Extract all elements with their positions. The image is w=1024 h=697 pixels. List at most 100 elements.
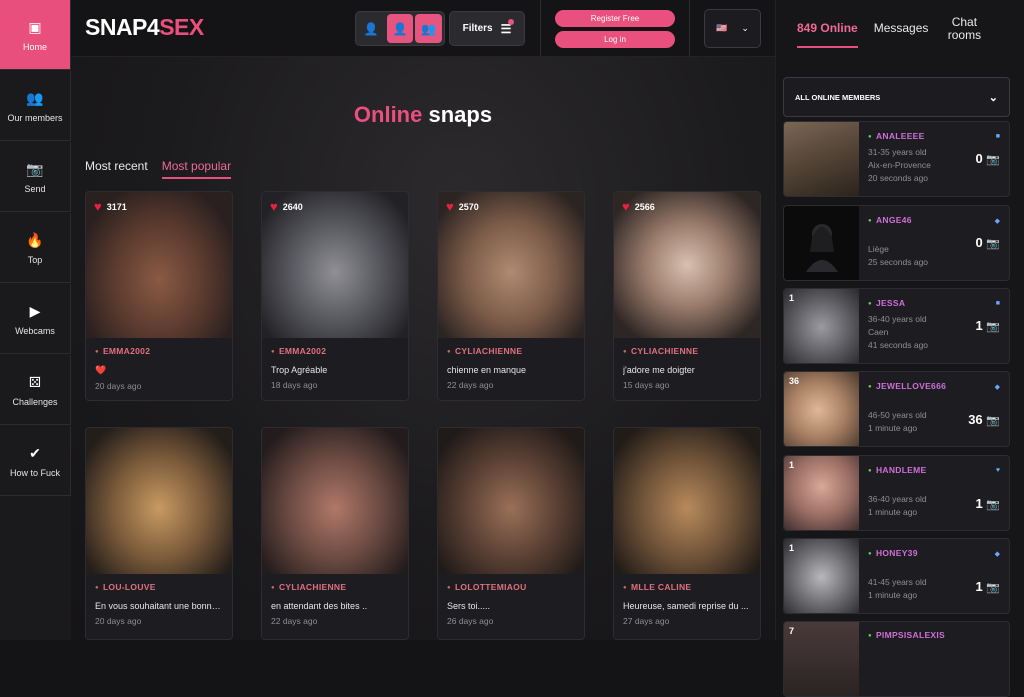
camera-icon: 📷 [986, 154, 1000, 166]
snap-image [438, 428, 584, 574]
gender-filter-toggle: 👤 👤 👥 [355, 11, 445, 46]
member-name: PIMPSISALEXIS [868, 630, 945, 640]
sidebar-item-send[interactable]: 📷 Send [0, 142, 71, 212]
flag-icon: ♥ [995, 467, 1000, 474]
sidebar-item-top[interactable]: 🔥 Top [0, 213, 71, 283]
sidebar-item-webcams[interactable]: ▶ Webcams [0, 284, 71, 354]
snap-username[interactable]: MLLE CALINE [623, 582, 751, 592]
sidebar-item-home[interactable]: ▣ Home [0, 0, 71, 70]
snap-username[interactable]: LOLOTTEMIAOU [447, 582, 575, 592]
member-age: 31-35 years old [868, 147, 927, 157]
snap-caption: Trop Agréable [271, 365, 328, 375]
member-name: ANGE46 [868, 215, 912, 225]
snap-username[interactable]: CYLIACHIENNE [271, 582, 399, 592]
register-button[interactable]: Register Free [555, 10, 675, 27]
dropdown-label: ALL ONLINE MEMBERS [795, 92, 881, 102]
likes-count: ♥ 2640 [270, 199, 303, 214]
member-avatar [784, 122, 859, 196]
snap-caption: En vous souhaitant une bonne... [95, 601, 223, 611]
silhouette-icon [805, 224, 838, 272]
member-card[interactable]: 36 JEWELLOVE666 ◆ 46-50 years old 1 minu… [783, 371, 1010, 447]
tab-most-popular[interactable]: Most popular [161, 159, 232, 179]
snap-image: ♥ 2566 [614, 192, 760, 338]
sidebar-item-label: Send [24, 183, 46, 194]
single-user-option[interactable]: 👤 [358, 14, 385, 43]
check-icon: ✔ [29, 444, 41, 461]
member-age: 36-40 years old [868, 314, 927, 324]
sidebar-item-how-to[interactable]: ✔ How to Fuck [0, 426, 71, 496]
page-title: Online snaps [71, 102, 775, 128]
member-card[interactable]: 1 JESSA ■ 36-40 years old Caen 41 second… [783, 288, 1010, 364]
snap-card[interactable]: CYLIACHIENNE en attendant des bites .. 2… [261, 427, 409, 640]
snap-time: 20 days ago [95, 616, 142, 626]
member-avatar: 1 [784, 456, 859, 530]
sidebar-item-label: Challenges [12, 396, 58, 407]
snap-time: 22 days ago [447, 380, 494, 390]
camera-icon: 📷 [986, 582, 1000, 594]
main-content: Online snaps Most recent Most popular ♥ 3… [71, 57, 775, 640]
flag-icon: 🇺🇸 [716, 23, 728, 33]
snap-card[interactable]: ♥2640 EMMA2002 Trop Agréable 18 days ago [261, 191, 409, 401]
member-card[interactable]: ANGE46 ◆ Liège 25 seconds ago 0 📷 [783, 205, 1010, 281]
snap-username[interactable]: EMMA2002 [95, 346, 223, 356]
member-name: ANALEEEE [868, 131, 925, 141]
couple-option[interactable]: 👥 [415, 14, 443, 43]
heart-icon: ♥ [446, 199, 454, 214]
snap-caption: j'adore me doigter [623, 365, 695, 375]
tab-online[interactable]: 849 Online [797, 22, 858, 48]
snap-card[interactable]: ♥2570 CYLIACHIENNE chienne en manque 22 … [437, 191, 585, 401]
snap-caption: en attendant des bites .. [271, 601, 368, 611]
filters-button[interactable]: Filters ☰ [449, 11, 525, 46]
member-city: Caen [868, 327, 889, 337]
camera-icon: 📷 [986, 499, 1000, 511]
snap-card[interactable]: MLLE CALINE Heureuse, samedi reprise du … [613, 427, 761, 640]
site-logo[interactable]: SNAP4SEX [85, 14, 204, 41]
chevron-down-icon: ⌄ [741, 23, 749, 33]
member-card[interactable]: ANALEEEE ■ 31-35 years old Aix-en-Proven… [783, 121, 1010, 197]
sidebar-item-label: Home [22, 41, 47, 52]
likes-count: ♥ 2570 [446, 199, 479, 214]
snap-card[interactable]: ♥3171 EMMA2002 ❤️ 20 days ago [85, 191, 233, 401]
member-last-seen: 20 seconds ago [868, 173, 929, 183]
picture-icon: ▣ [28, 18, 42, 35]
member-last-seen: 1 minute ago [868, 590, 918, 600]
snap-username[interactable]: CYLIACHIENNE [623, 346, 751, 356]
user-icon: 👤 [392, 21, 408, 36]
snap-username[interactable]: CYLIACHIENNE [447, 346, 575, 356]
member-age: 36-40 years old [868, 494, 927, 504]
snap-image: ♥ 3171 [86, 192, 232, 338]
members-filter-select[interactable]: ALL ONLINE MEMBERS ⌄ [783, 77, 1010, 117]
tab-chat-rooms[interactable]: Chat rooms [944, 16, 984, 48]
snap-image: ♥ 2570 [438, 192, 584, 338]
member-card[interactable]: 7 PIMPSISALEXIS [783, 621, 1010, 697]
snap-username[interactable]: EMMA2002 [271, 346, 399, 356]
member-last-seen: 1 minute ago [868, 423, 918, 433]
snap-username[interactable]: LOU-LOUVE [95, 582, 223, 592]
sidebar-item-challenges[interactable]: ⚄ Challenges [0, 355, 71, 425]
female-option[interactable]: 👤 [386, 14, 414, 43]
member-age: 41-45 years old [868, 577, 927, 587]
sidebar-item-label: Top [27, 254, 43, 265]
snap-card[interactable]: ♥2566 CYLIACHIENNE j'adore me doigter 15… [613, 191, 761, 401]
member-age: 46-50 years old [868, 410, 927, 420]
sidebar-item-label: How to Fuck [9, 467, 60, 478]
login-button[interactable]: Log in [555, 31, 675, 48]
language-select[interactable]: 🇺🇸 ⌄ [704, 9, 761, 48]
photo-count: 7 [789, 626, 795, 636]
heart-icon: ♥ [94, 199, 102, 214]
sidebar-item-members[interactable]: 👥 Our members [0, 71, 71, 141]
flag-icon: ■ [995, 133, 1000, 140]
badge-icon: ◆ [994, 218, 1000, 225]
member-card[interactable]: 1 HANDLEME ♥ 36-40 years old 1 minute ag… [783, 455, 1010, 531]
member-card[interactable]: 1 HONEY39 ◆ 41-45 years old 1 minute ago… [783, 538, 1010, 614]
tab-messages[interactable]: Messages [874, 22, 929, 48]
snap-card[interactable]: LOLOTTEMIAOU Sers toi..... 26 days ago [437, 427, 585, 640]
member-city: Aix-en-Provence [868, 160, 931, 170]
title-part2: snaps [428, 102, 493, 127]
snap-caption: Sers toi..... [447, 601, 491, 611]
member-name: HANDLEME [868, 465, 927, 475]
title-part1: Online [353, 102, 423, 127]
snap-card[interactable]: LOU-LOUVE En vous souhaitant une bonne..… [85, 427, 233, 640]
member-name: HONEY39 [868, 548, 918, 558]
tab-most-recent[interactable]: Most recent [85, 159, 148, 179]
